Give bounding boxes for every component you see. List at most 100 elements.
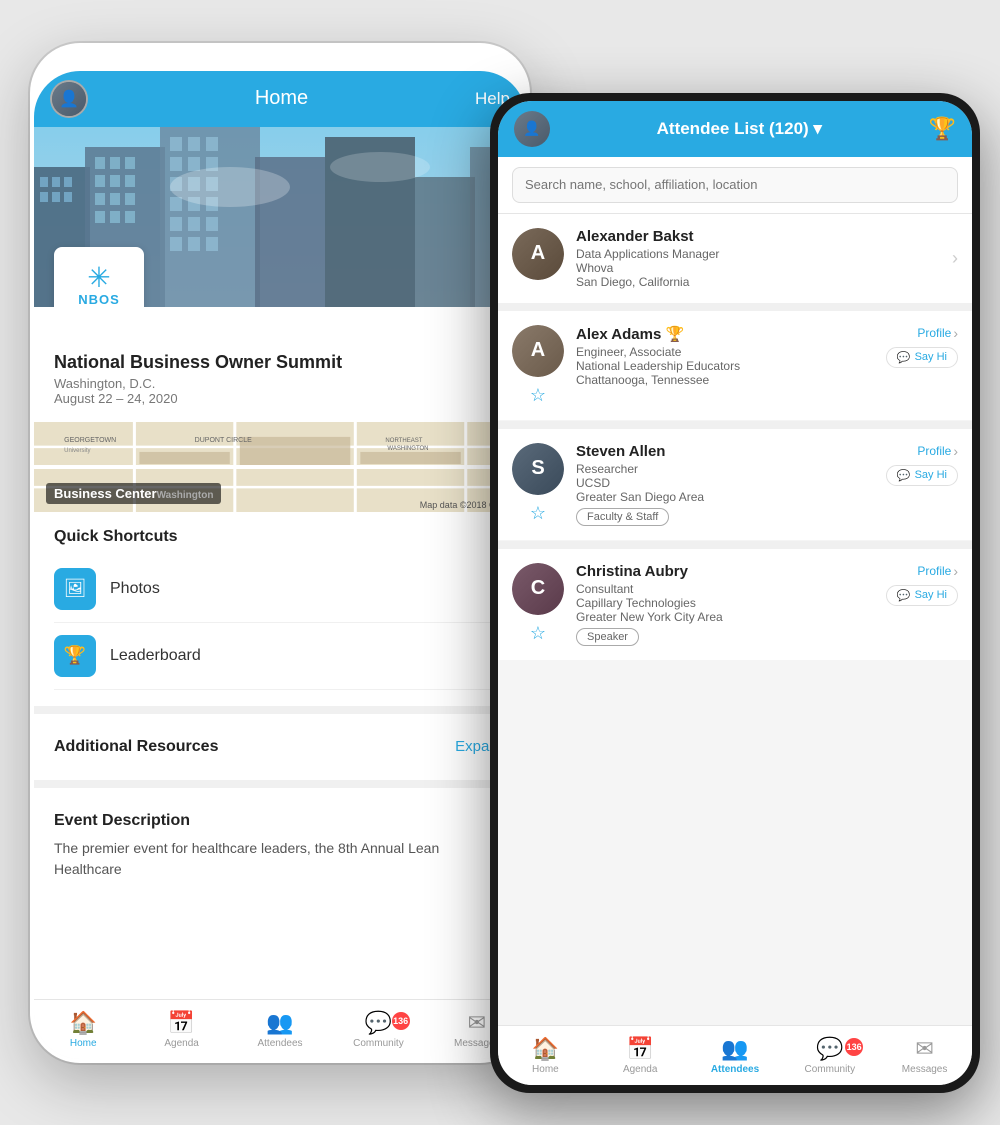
attendee-org: National Leadership Educators	[576, 359, 874, 373]
say-hi-button[interactable]: 💬 Say Hi	[886, 465, 958, 486]
phones-container: 👤 Home Help	[10, 13, 990, 1113]
search-bar	[498, 157, 972, 214]
event-info: National Business Owner Summit Washingto…	[34, 307, 526, 422]
agenda-icon: 📅	[168, 1010, 195, 1036]
hero-banner: ✳ NBOS NATIONAL BUSINESS OWNER SUMMIT	[34, 127, 526, 307]
community-badge: 136	[845, 1038, 863, 1056]
avatar: A	[512, 228, 564, 280]
phone1-header: 👤 Home Help	[34, 71, 526, 127]
svg-text:DUPONT CIRCLE: DUPONT CIRCLE	[195, 436, 252, 443]
nav-home-label: Home	[70, 1038, 97, 1049]
leaderboard-shortcut[interactable]: 🏆 Leaderboard ›	[54, 623, 506, 690]
event-description-section: Event Description The premier event for …	[34, 796, 526, 896]
search-input[interactable]	[512, 167, 958, 203]
home-icon: 🏠	[532, 1036, 559, 1062]
phone1: 👤 Home Help	[30, 43, 530, 1063]
phone2-inner: 👤 Attendee List (120) ▾ 🏆 A	[498, 101, 972, 1085]
attendee-name: Alex Adams 🏆	[576, 325, 874, 343]
nav-attendees[interactable]: 👥 Attendees	[231, 1010, 329, 1049]
messages-icon: ✉	[915, 1036, 933, 1062]
phone2-screen: 👤 Attendee List (120) ▾ 🏆 A	[498, 101, 972, 1085]
attendee-row: A ☆ Alex Adams 🏆 Engineer, Associate Nat…	[498, 311, 972, 420]
star-icon[interactable]: ☆	[530, 385, 546, 406]
community-badge: 136	[392, 1012, 410, 1030]
say-hi-button[interactable]: 💬 Say Hi	[886, 585, 958, 606]
nav-agenda[interactable]: 📅 Agenda	[593, 1036, 688, 1075]
agenda-icon: 📅	[626, 1036, 653, 1062]
attendee-list-title: Attendee List (120) ▾	[657, 119, 822, 139]
additional-resources-section: Additional Resources Expand	[34, 722, 526, 772]
attendee-name: Alexander Bakst	[576, 228, 940, 245]
description-text: The premier event for healthcare leaders…	[54, 838, 506, 880]
nav-community[interactable]: 136 💬 Community	[782, 1036, 877, 1075]
event-location: Washington, D.C.	[54, 376, 506, 391]
attendees-icon: 👥	[721, 1036, 748, 1062]
community-icon: 💬	[816, 1036, 843, 1062]
quick-shortcuts-section: Quick Shortcuts 🖼 Photos › 🏆 Leaderboard…	[34, 512, 526, 698]
message-icon: 💬	[897, 351, 911, 364]
profile-button[interactable]: Profile ›	[917, 563, 958, 579]
map-label: Business CenterWashington	[46, 483, 221, 504]
list-separator	[498, 303, 972, 311]
attendee-location: Greater San Diego Area	[576, 490, 874, 504]
attendee-location: Chattanooga, Tennessee	[576, 373, 874, 387]
faculty-staff-tag: Faculty & Staff	[576, 508, 669, 526]
nav-home[interactable]: 🏠 Home	[34, 1010, 132, 1049]
section-divider-2	[34, 780, 526, 788]
attendee-location: San Diego, California	[576, 275, 940, 289]
nav-home[interactable]: 🏠 Home	[498, 1036, 593, 1075]
event-name: National Business Owner Summit	[54, 352, 506, 373]
avatar: S	[512, 443, 564, 495]
attendee-info: Christina Aubry Consultant Capillary Tec…	[576, 563, 874, 646]
attendee-role: Engineer, Associate	[576, 345, 874, 359]
photos-shortcut[interactable]: 🖼 Photos ›	[54, 556, 506, 623]
star-icon[interactable]: ☆	[530, 503, 546, 524]
event-map[interactable]: GEORGETOWN University DUPONT CIRCLE NORT…	[34, 422, 526, 512]
attendee-name: Steven Allen	[576, 443, 874, 460]
svg-text:WASHINGTON: WASHINGTON	[387, 445, 428, 451]
avatar[interactable]: 👤	[50, 80, 88, 118]
attendee-info: Alex Adams 🏆 Engineer, Associate Nationa…	[576, 325, 874, 387]
attendee-info: Alexander Bakst Data Applications Manage…	[576, 228, 940, 289]
attendee-name: Christina Aubry	[576, 563, 874, 580]
messages-icon: ✉	[468, 1010, 486, 1036]
event-logo: ✳ NBOS NATIONAL BUSINESS OWNER SUMMIT	[54, 247, 144, 307]
attendee-role: Data Applications Manager	[576, 247, 940, 261]
nav-attendees-label: Attendees	[257, 1038, 302, 1049]
attendee-org: Capillary Technologies	[576, 596, 874, 610]
nav-agenda-label: Agenda	[623, 1064, 657, 1075]
phone1-content: ✳ NBOS NATIONAL BUSINESS OWNER SUMMIT Na…	[34, 127, 526, 999]
attendee-org: Whova	[576, 261, 940, 275]
attendee-list: A Alexander Bakst Data Applications Mana…	[498, 214, 972, 1026]
profile-button[interactable]: Profile ›	[917, 325, 958, 341]
attendee-row[interactable]: A Alexander Bakst Data Applications Mana…	[498, 214, 972, 303]
nav-community-label: Community	[805, 1064, 856, 1075]
nav-agenda[interactable]: 📅 Agenda	[132, 1010, 230, 1049]
nav-messages[interactable]: ✉ Messages	[877, 1036, 972, 1075]
phone1-bottom-nav: 🏠 Home 📅 Agenda 👥 Attendees 136 💬 Commun…	[34, 999, 526, 1059]
svg-text:GEORGETOWN: GEORGETOWN	[64, 436, 116, 443]
svg-text:University: University	[64, 447, 90, 453]
description-title: Event Description	[54, 812, 506, 830]
trophy-icon[interactable]: 🏆	[929, 116, 956, 142]
star-icon[interactable]: ☆	[530, 623, 546, 644]
list-separator-3	[498, 541, 972, 549]
phone1-notch	[210, 43, 350, 71]
say-hi-button[interactable]: 💬 Say Hi	[886, 347, 958, 368]
svg-text:NORTHEAST: NORTHEAST	[385, 437, 422, 443]
attendee-actions: Profile › 💬 Say Hi	[886, 563, 958, 606]
message-icon: 💬	[897, 469, 911, 482]
nav-home-label: Home	[532, 1064, 559, 1075]
event-dates: August 22 – 24, 2020	[54, 391, 506, 406]
leaderboard-label: Leaderboard	[110, 647, 501, 665]
home-icon: 🏠	[70, 1010, 97, 1036]
nav-attendees[interactable]: 👥 Attendees	[688, 1036, 783, 1075]
photos-label: Photos	[110, 580, 501, 598]
attendee-role: Researcher	[576, 462, 874, 476]
nav-community[interactable]: 136 💬 Community	[329, 1010, 427, 1049]
profile-button[interactable]: Profile ›	[917, 443, 958, 459]
phone1-screen: 👤 Home Help	[34, 71, 526, 1059]
nav-attendees-label: Attendees	[711, 1064, 759, 1075]
avatar: 👤	[514, 111, 550, 147]
leaderboard-icon: 🏆	[54, 635, 96, 677]
